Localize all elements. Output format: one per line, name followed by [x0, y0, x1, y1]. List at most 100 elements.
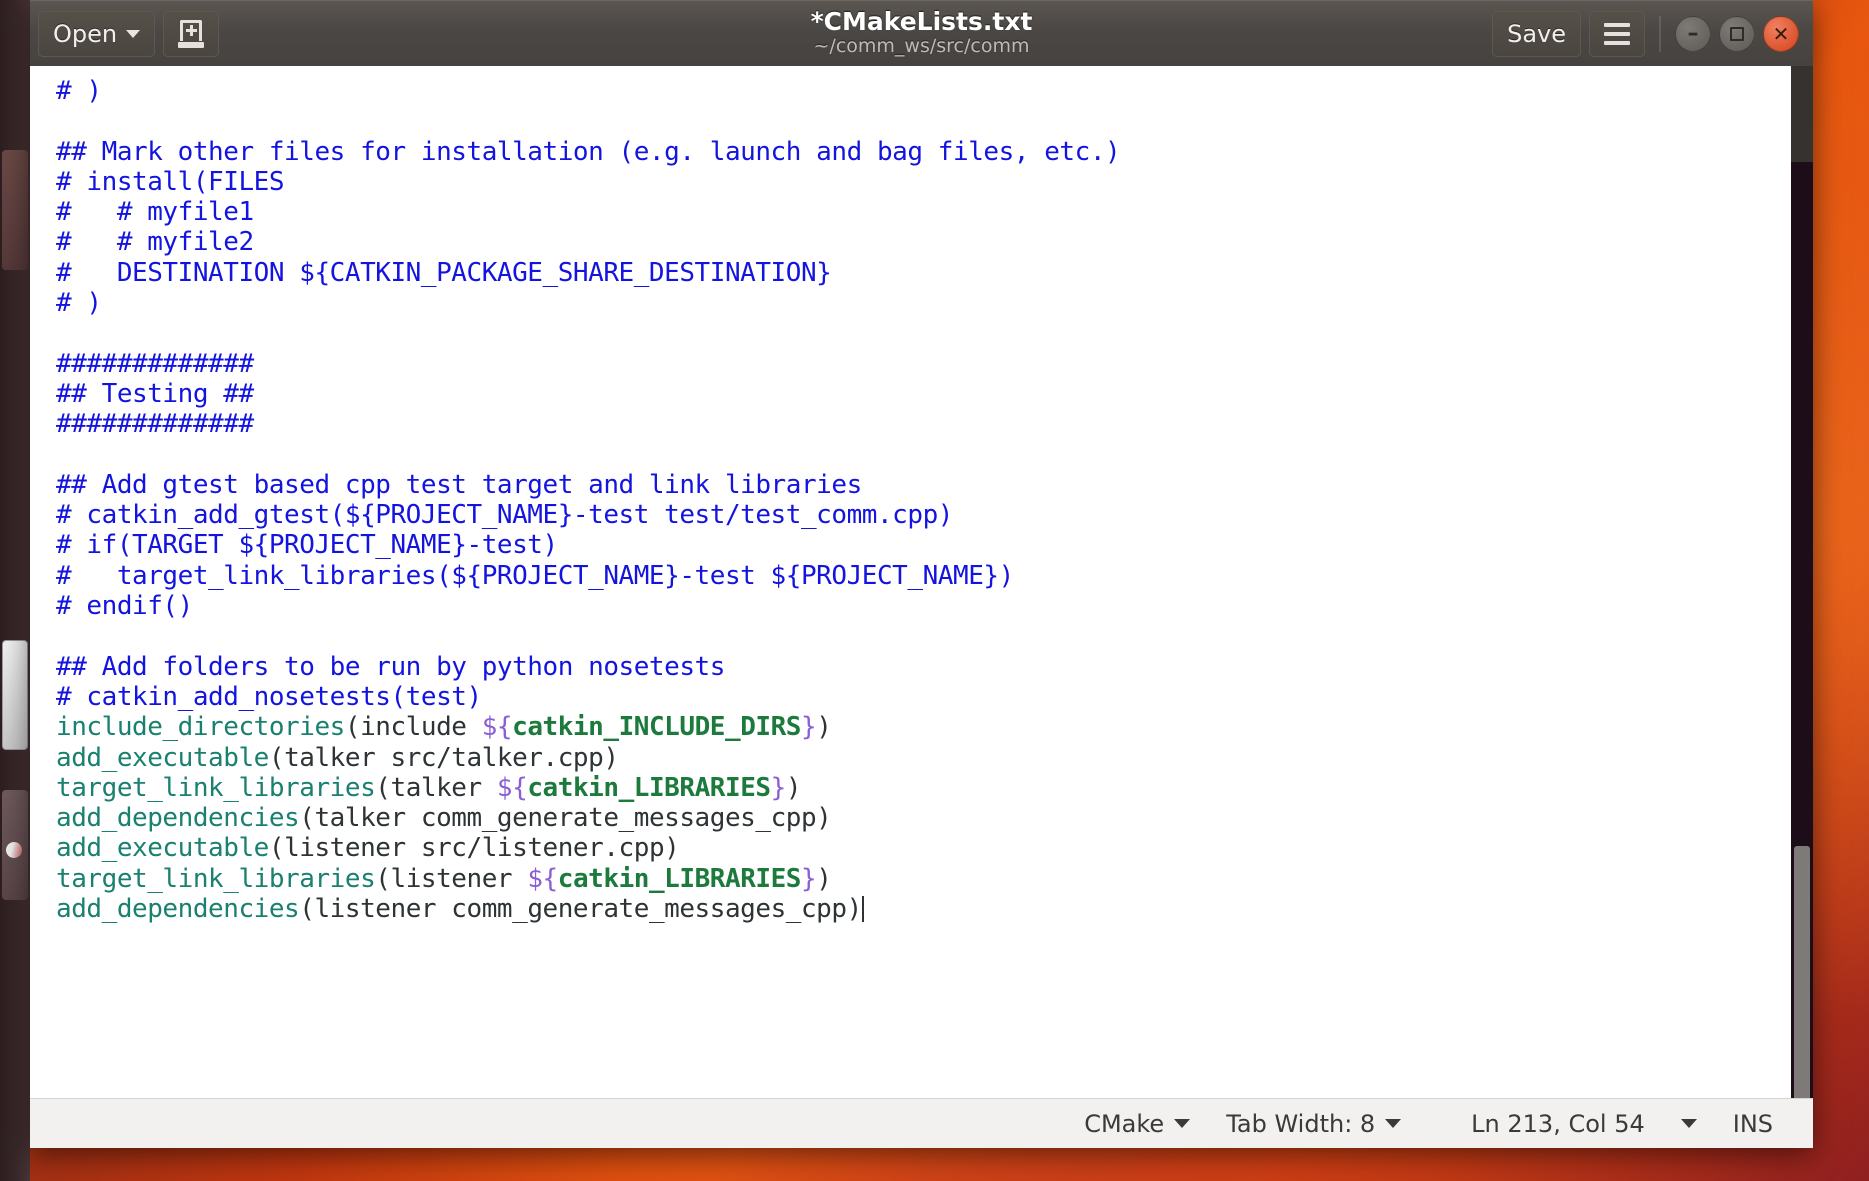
code-line: add_executable(listener src/listener.cpp…	[56, 833, 1813, 863]
chevron-down-icon	[1174, 1119, 1191, 1128]
code-token: }	[801, 863, 817, 894]
new-document-button[interactable]	[163, 10, 220, 57]
code-token: # DESTINATION ${CATKIN_PACKAGE_SHARE_DES…	[56, 257, 832, 288]
maximize-icon	[1730, 26, 1744, 41]
code-token: ## Testing ##	[56, 378, 254, 409]
code-line: add_dependencies(talker comm_generate_me…	[56, 803, 1813, 833]
code-line: #############	[56, 409, 1813, 439]
insert-mode-label: INS	[1732, 1109, 1773, 1138]
code-token: (include	[344, 712, 482, 743]
code-token: # )	[56, 76, 102, 106]
unity-launcher[interactable]	[0, 0, 30, 1181]
code-token: # )	[56, 288, 102, 319]
code-line: target_link_libraries(talker ${catkin_LI…	[56, 773, 1813, 803]
code-line: # catkin_add_nosetests(test)	[56, 682, 1813, 712]
code-token: ${	[496, 772, 528, 803]
insert-mode-indicator: INS	[1715, 1099, 1791, 1148]
maximize-button[interactable]	[1719, 15, 1755, 52]
file-path-subtitle: ~/comm_ws/src/comm	[813, 34, 1030, 57]
code-token: ${	[527, 863, 558, 894]
code-line: # target_link_libraries(${PROJECT_NAME}-…	[56, 561, 1813, 591]
code-token: # target_link_libraries(${PROJECT_NAME}-…	[56, 560, 1014, 591]
cursor-position-dropdown[interactable]	[1663, 1099, 1715, 1148]
code-token: # # myfile1	[56, 197, 254, 228]
menu-button[interactable]	[1589, 10, 1645, 57]
code-token: # # myfile2	[56, 227, 254, 258]
code-line: add_executable(talker src/talker.cpp)	[56, 743, 1813, 773]
open-button-label: Open	[53, 19, 118, 48]
code-token: # endif()	[56, 591, 193, 622]
code-token: ## Add folders to be run by python noset…	[56, 651, 725, 682]
hamburger-menu-icon	[1604, 22, 1630, 45]
cursor-position-label: Ln 213, Col 54	[1471, 1109, 1645, 1138]
code-line: ## Mark other files for installation (e.…	[56, 137, 1813, 167]
code-line: # endif()	[56, 591, 1813, 621]
code-line: # install(FILES	[56, 167, 1813, 197]
code-token: # catkin_add_nosetests(test)	[56, 681, 482, 712]
code-line: add_dependencies(listener comm_generate_…	[56, 894, 1813, 924]
page-title: *CMakeLists.txt	[810, 6, 1033, 36]
header-divider	[1659, 15, 1661, 52]
code-line: # if(TARGET ${PROJECT_NAME}-test)	[56, 530, 1813, 560]
code-line: ## Testing ##	[56, 379, 1813, 409]
chevron-down-icon	[1680, 1119, 1697, 1128]
chevron-down-icon	[1385, 1119, 1402, 1128]
code-token: )	[816, 863, 832, 894]
launcher-icon-application[interactable]	[2, 790, 28, 900]
code-line: include_directories(include ${catkin_INC…	[56, 712, 1813, 742]
chevron-down-icon	[126, 29, 141, 38]
gedit-window: Open *CMakeLists.txt ~/comm_ws/src/comm …	[30, 0, 1813, 1148]
code-token: catkin_INCLUDE_DIRS	[512, 712, 802, 743]
code-line: # DESTINATION ${CATKIN_PACKAGE_SHARE_DES…	[56, 258, 1813, 288]
scrollbar-thumb[interactable]	[1794, 846, 1810, 1098]
code-token: }	[770, 772, 787, 803]
code-line: # # myfile2	[56, 227, 1813, 257]
scrollbar-track-top	[1791, 66, 1813, 162]
code-line: # )	[56, 288, 1813, 318]
code-token: )	[785, 772, 802, 803]
code-token: ## Mark other files for installation (e.…	[56, 136, 1121, 167]
tab-width-selector[interactable]: Tab Width: 8	[1208, 1099, 1419, 1148]
code-token: target_link_libraries	[56, 772, 376, 803]
code-line: # # myfile1	[56, 197, 1813, 227]
code-token: (listener src/listener.cpp)	[268, 833, 680, 864]
new-document-icon	[178, 19, 205, 48]
code-token: add_dependencies	[56, 894, 300, 925]
code-token: (talker src/talker.cpp)	[268, 742, 619, 773]
window-header-bar: Open *CMakeLists.txt ~/comm_ws/src/comm …	[30, 0, 1813, 66]
code-line: target_link_libraries(listener ${catkin_…	[56, 864, 1813, 894]
launcher-icon-files[interactable]	[2, 640, 28, 750]
vertical-scrollbar[interactable]	[1791, 66, 1813, 1098]
code-token: # catkin_add_gtest(${PROJECT_NAME}-test …	[56, 500, 953, 531]
minimize-button[interactable]: –	[1675, 15, 1711, 52]
code-token: include_directories	[56, 712, 345, 743]
text-cursor	[861, 896, 864, 923]
launcher-icon-generic[interactable]	[2, 150, 28, 270]
close-icon: ✕	[1772, 21, 1790, 46]
code-token: target_link_libraries	[56, 863, 376, 894]
close-button[interactable]: ✕	[1763, 15, 1799, 52]
code-token: catkin_LIBRARIES	[527, 772, 771, 803]
save-button[interactable]: Save	[1492, 10, 1581, 57]
language-label: CMake	[1084, 1109, 1165, 1138]
editor-area: # ) ## Mark other files for installation…	[30, 66, 1813, 1098]
cursor-position-selector[interactable]: Ln 213, Col 54	[1453, 1099, 1663, 1148]
code-line: ## Add folders to be run by python noset…	[56, 652, 1813, 682]
status-bar: CMake Tab Width: 8 Ln 213, Col 54 INS	[30, 1098, 1813, 1148]
source-code-content[interactable]: # ) ## Mark other files for installation…	[56, 76, 1813, 924]
open-button[interactable]: Open	[38, 10, 156, 57]
code-token: (talker comm_generate_messages_cpp)	[299, 803, 832, 834]
text-editor[interactable]: # ) ## Mark other files for installation…	[30, 66, 1813, 1098]
code-token: #############	[56, 348, 254, 379]
save-button-label: Save	[1507, 19, 1566, 48]
language-selector[interactable]: CMake	[1066, 1099, 1208, 1148]
minimize-icon: –	[1687, 20, 1699, 46]
code-line: ## Add gtest based cpp test target and l…	[56, 470, 1813, 500]
code-line: # )	[56, 76, 1813, 106]
code-token: add_executable	[56, 742, 269, 773]
code-token: catkin_LIBRARIES	[557, 863, 802, 894]
